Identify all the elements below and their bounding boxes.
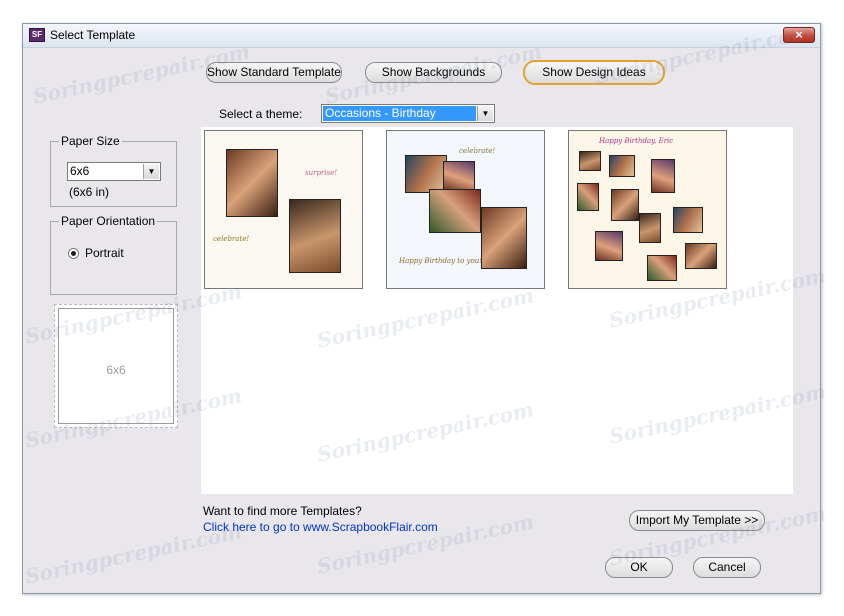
thumbnail-photo (226, 149, 278, 217)
template-thumbnail-2[interactable]: celebrate! Happy Birthday to you! (386, 130, 545, 289)
paper-size-group: Paper Size 6x6 ▼ (6x6 in) (50, 134, 177, 207)
radio-selected-dot (71, 251, 76, 256)
import-my-template-button[interactable]: Import My Template >> (629, 510, 765, 531)
paper-preview-label: 6x6 (106, 363, 126, 377)
thumbnail-photo (577, 183, 599, 211)
paper-orientation-title: Paper Orientation (59, 214, 158, 228)
paper-orientation-group: Paper Orientation Portrait (50, 214, 177, 295)
thumbnail-photo (639, 213, 661, 243)
paper-preview-page: 6x6 (58, 308, 174, 424)
thumbnail-caption: celebrate! (459, 147, 496, 155)
chevron-down-icon[interactable]: ▼ (477, 106, 493, 121)
thumbnail-photo (595, 231, 623, 261)
thumbnail-photo (673, 207, 703, 233)
portrait-label[interactable]: Portrait (85, 246, 124, 260)
chevron-down-icon[interactable]: ▼ (143, 164, 159, 179)
theme-value: Occasions - Birthday (323, 106, 476, 121)
thumbnail-photo (579, 151, 601, 171)
thumbnail-caption: surprise! (305, 169, 338, 177)
theme-dropdown[interactable]: Occasions - Birthday ▼ (321, 104, 495, 123)
paper-size-dimensions: (6x6 in) (69, 185, 110, 199)
thumbnail-caption: Happy Birthday to you! (399, 257, 483, 265)
select-template-dialog: SF Select Template × Show Standard Templ… (22, 19, 828, 594)
paper-preview: 6x6 (54, 304, 178, 428)
thumbnail-photo (611, 189, 639, 221)
portrait-radio[interactable] (68, 248, 79, 259)
thumbnail-photo (651, 159, 675, 193)
thumbnail-photo (685, 243, 717, 269)
thumbnail-photo (289, 199, 341, 273)
title-bar[interactable]: SF Select Template × (23, 24, 820, 48)
theme-label: Select a theme: (219, 107, 303, 121)
thumbnail-photo (609, 155, 635, 177)
thumbnail-photo (429, 189, 481, 233)
scrapbookflair-link[interactable]: Click here to go to www.ScrapbookFlair.c… (203, 520, 438, 534)
thumbnail-caption: Happy Birthday, Eric (599, 137, 674, 145)
close-button[interactable]: × (783, 27, 815, 43)
window-title: Select Template (50, 28, 136, 42)
paper-size-title: Paper Size (59, 134, 122, 148)
thumbnail-photo (443, 161, 475, 191)
thumbnail-caption: celebrate! (213, 235, 250, 243)
ok-button[interactable]: OK (605, 557, 673, 578)
cancel-button[interactable]: Cancel (693, 557, 761, 578)
show-backgrounds-button[interactable]: Show Backgrounds (365, 62, 502, 83)
thumbnail-photo (647, 255, 677, 281)
more-templates-text: Want to find more Templates? (203, 504, 362, 518)
paper-size-dropdown[interactable]: 6x6 ▼ (67, 162, 161, 181)
template-gallery: surprise! celebrate! celebrate! Happy Bi… (201, 127, 793, 494)
app-icon: SF (29, 28, 45, 42)
show-standard-templates-button[interactable]: Show Standard Templates (206, 62, 342, 83)
thumbnail-photo (405, 155, 447, 193)
template-thumbnail-1[interactable]: surprise! celebrate! (204, 130, 363, 289)
show-design-ideas-button[interactable]: Show Design Ideas (523, 60, 665, 85)
thumbnail-photo (481, 207, 527, 269)
template-thumbnail-3[interactable]: Happy Birthday, Eric (568, 130, 727, 289)
paper-size-value: 6x6 (70, 164, 90, 178)
